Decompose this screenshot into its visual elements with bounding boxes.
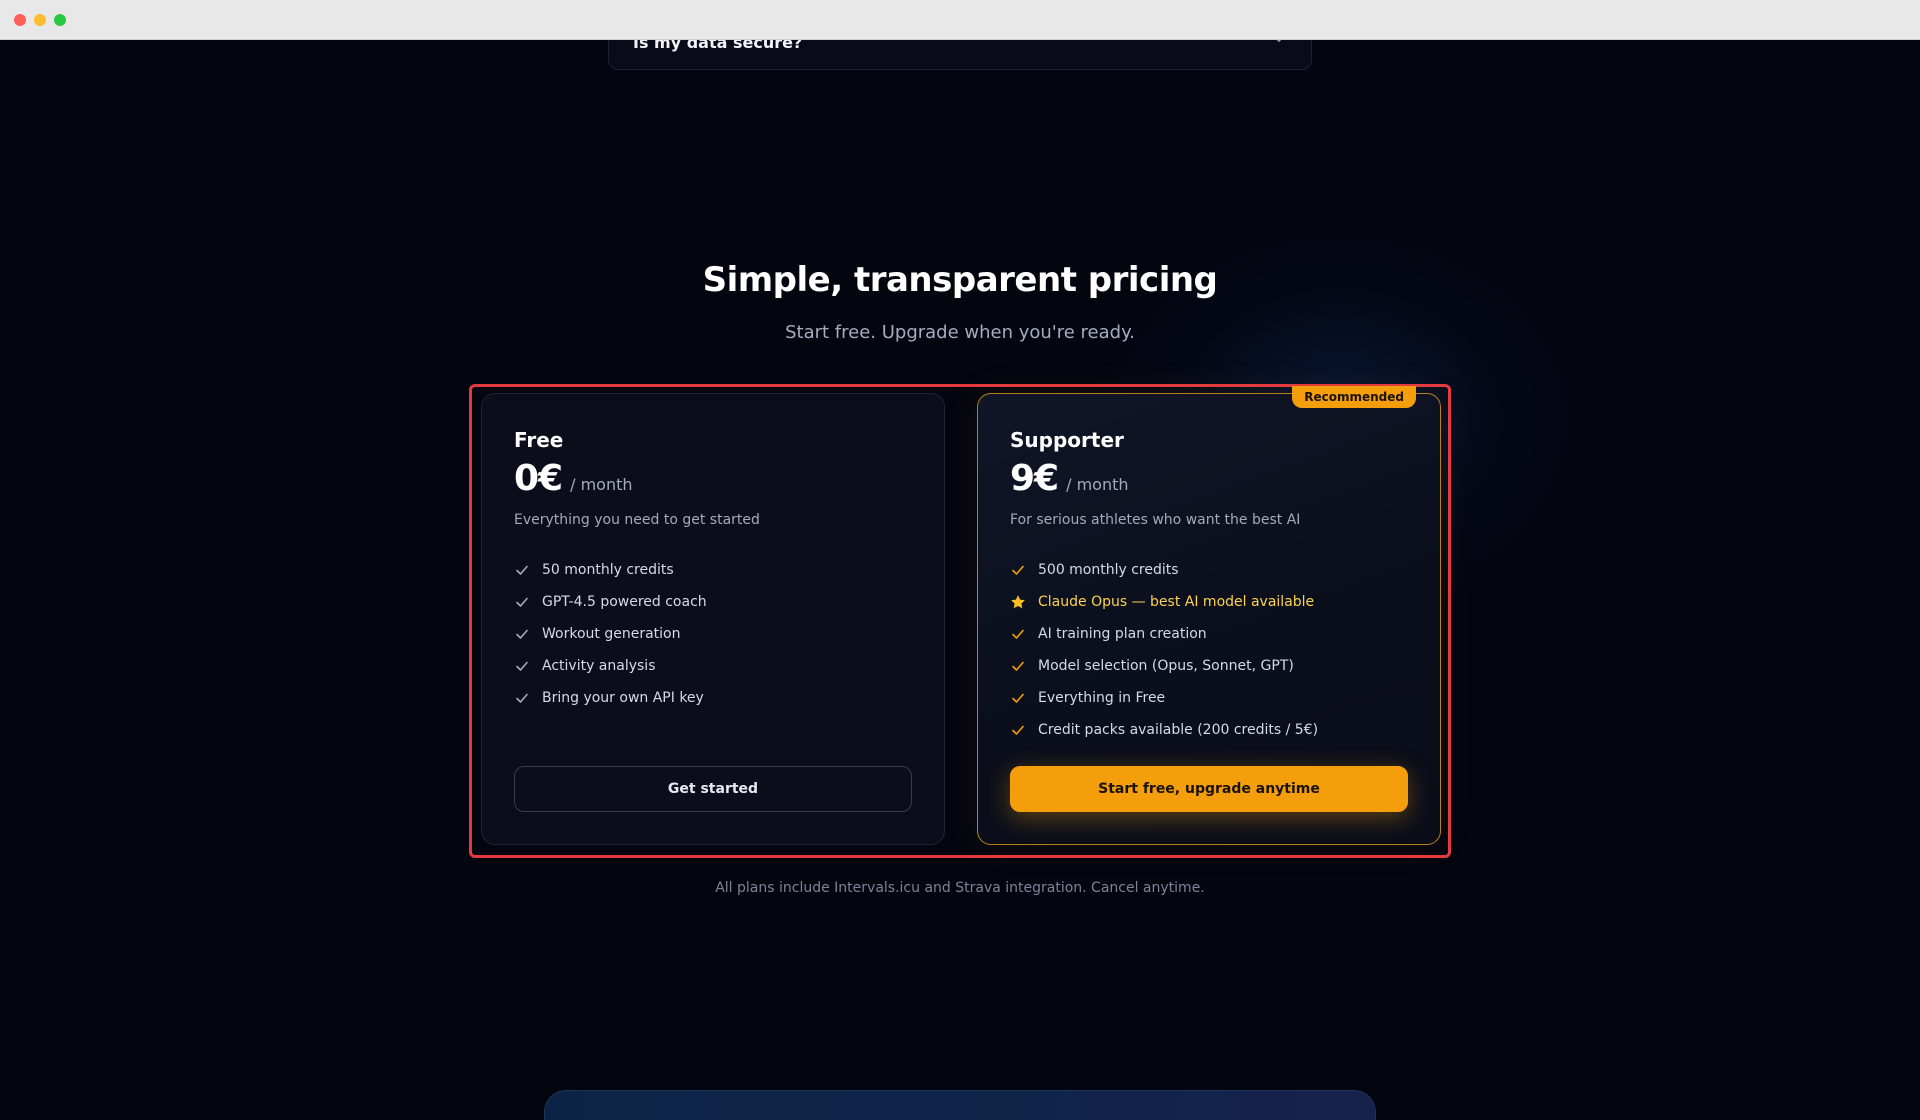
feature-item: AI training plan creation [1010, 618, 1318, 650]
feature-item: Activity analysis [514, 650, 707, 682]
check-icon [516, 565, 528, 575]
price-row: 9€ / month [1010, 458, 1129, 499]
chevron-down-icon [1276, 40, 1282, 42]
faq-question: Is my data secure? [633, 40, 803, 52]
check-icon [516, 661, 528, 671]
plan-card-free: Free 0€ / month Everything you need to g… [481, 393, 945, 845]
feature-list: 500 monthly credits Claude Opus — best A… [1010, 554, 1318, 746]
plan-price: 0€ [514, 458, 563, 499]
check-icon [1012, 565, 1024, 575]
check-icon [516, 597, 528, 607]
minimize-window-button[interactable] [34, 14, 46, 26]
recommended-badge: Recommended [1292, 386, 1416, 408]
feature-item: Credit packs available (200 credits / 5€… [1010, 714, 1318, 746]
plan-name: Supporter [1010, 428, 1124, 452]
check-icon [516, 693, 528, 703]
plan-description: Everything you need to get started [514, 512, 760, 528]
feature-text: Model selection (Opus, Sonnet, GPT) [1038, 658, 1294, 674]
star-icon [1011, 595, 1025, 609]
get-started-button[interactable]: Get started [514, 766, 912, 812]
maximize-window-button[interactable] [54, 14, 66, 26]
feature-text: AI training plan creation [1038, 626, 1207, 642]
check-icon [1012, 629, 1024, 639]
plan-name: Free [514, 428, 564, 452]
pricing-subtitle: Start free. Upgrade when you're ready. [785, 322, 1135, 343]
pricing-title: Simple, transparent pricing [702, 260, 1218, 300]
feature-text: Workout generation [542, 626, 681, 642]
plan-description: For serious athletes who want the best A… [1010, 512, 1301, 528]
faq-item-data-security[interactable]: Is my data secure? [608, 40, 1312, 70]
feature-item: GPT-4.5 powered coach [514, 586, 707, 618]
check-icon [1012, 661, 1024, 671]
close-window-button[interactable] [14, 14, 26, 26]
next-section-panel [544, 1090, 1376, 1120]
feature-text: Activity analysis [542, 658, 656, 674]
feature-text: GPT-4.5 powered coach [542, 594, 707, 610]
check-icon [1012, 693, 1024, 703]
feature-list: 50 monthly credits GPT-4.5 powered coach… [514, 554, 707, 714]
feature-item-highlight: Claude Opus — best AI model available [1010, 586, 1318, 618]
feature-item: Everything in Free [1010, 682, 1318, 714]
plan-price: 9€ [1010, 458, 1059, 499]
feature-item: Bring your own API key [514, 682, 707, 714]
plan-period: / month [570, 475, 633, 494]
plan-period: / month [1066, 475, 1129, 494]
feature-text: Credit packs available (200 credits / 5€… [1038, 722, 1319, 738]
upgrade-button[interactable]: Start free, upgrade anytime [1010, 766, 1408, 812]
window-titlebar [0, 0, 1920, 40]
check-icon [1012, 725, 1024, 735]
feature-item: Model selection (Opus, Sonnet, GPT) [1010, 650, 1318, 682]
pricing-footnote: All plans include Intervals.icu and Stra… [715, 880, 1205, 896]
plan-card-supporter: Recommended Supporter 9€ / month For ser… [977, 386, 1441, 845]
feature-item: 50 monthly credits [514, 554, 707, 586]
feature-item: Workout generation [514, 618, 707, 650]
price-row: 0€ / month [514, 458, 633, 499]
feature-text: Claude Opus — best AI model available [1038, 594, 1315, 610]
feature-item: 500 monthly credits [1010, 554, 1318, 586]
check-icon [516, 629, 528, 639]
feature-text: Bring your own API key [542, 690, 704, 706]
feature-text: Everything in Free [1038, 690, 1166, 706]
feature-text: 50 monthly credits [542, 562, 674, 578]
feature-text: 500 monthly credits [1038, 562, 1179, 578]
page-viewport: Is my data secure? Simple, transparent p… [0, 40, 1920, 1120]
